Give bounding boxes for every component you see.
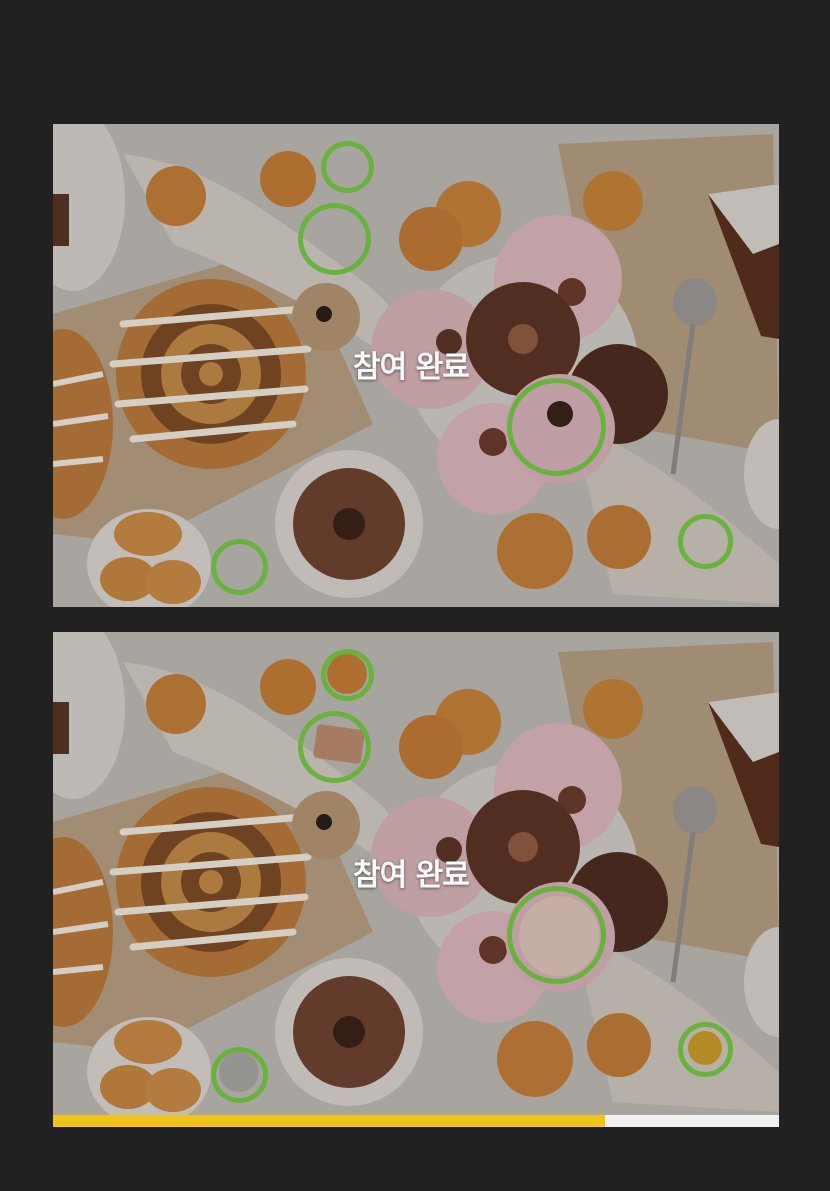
difference-marker bbox=[298, 203, 371, 275]
modified-image-panel[interactable]: 참여 완료 bbox=[53, 632, 779, 1115]
difference-marker bbox=[678, 514, 733, 569]
difference-marker bbox=[211, 1047, 268, 1103]
difference-marker bbox=[298, 711, 371, 783]
progress-bar-fill bbox=[53, 1115, 605, 1127]
difference-marker bbox=[507, 378, 606, 476]
completion-status-label: 참여 완료 bbox=[353, 350, 470, 385]
difference-marker bbox=[678, 1022, 733, 1077]
completion-status-label: 참여 완료 bbox=[353, 858, 470, 893]
original-image-panel[interactable]: 참여 완료 bbox=[53, 124, 779, 607]
difference-marker bbox=[321, 649, 374, 701]
progress-bar bbox=[53, 1115, 779, 1127]
difference-marker bbox=[211, 539, 268, 595]
difference-marker bbox=[321, 141, 374, 193]
difference-marker bbox=[507, 886, 606, 984]
